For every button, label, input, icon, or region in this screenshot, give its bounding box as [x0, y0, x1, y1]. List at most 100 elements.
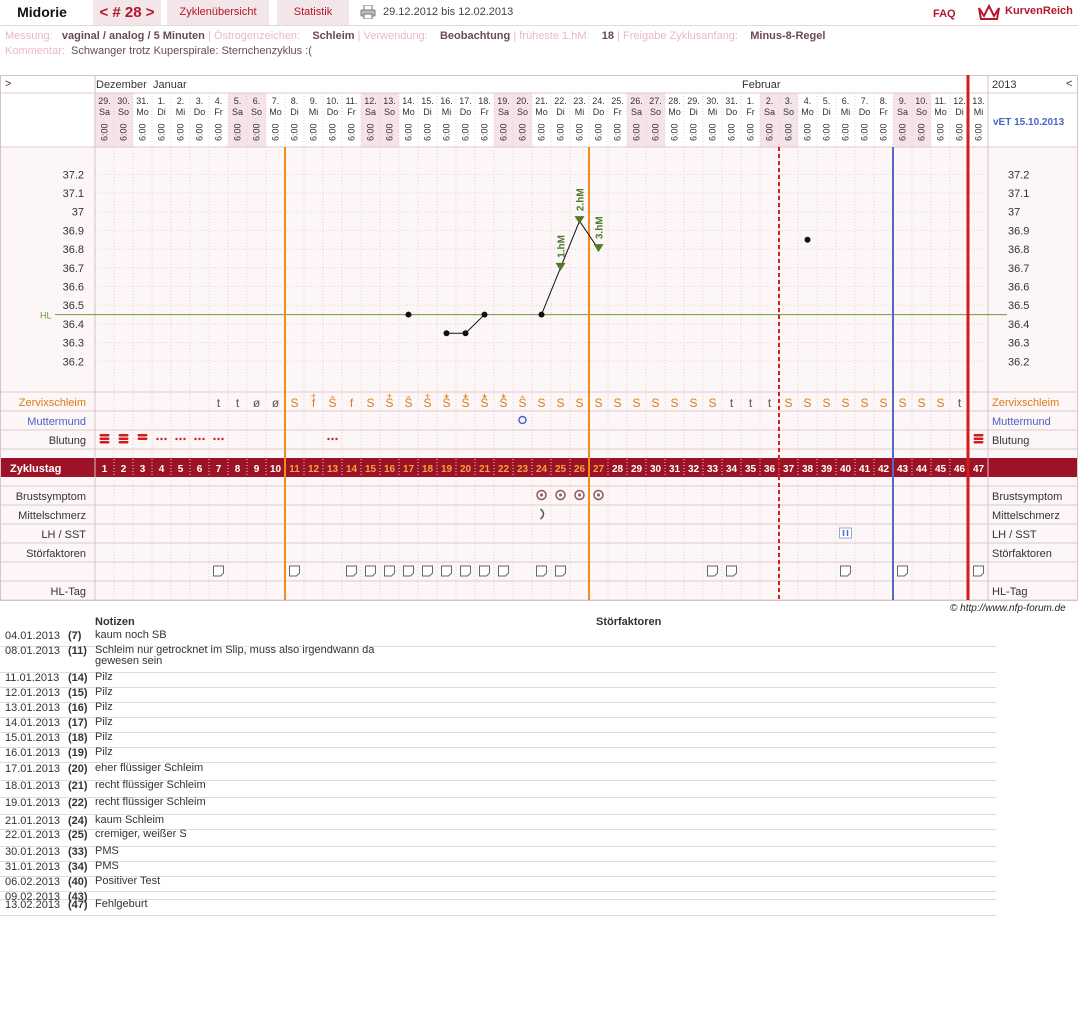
oestrogen-label: Östrogenzeichen:	[213, 30, 301, 42]
breast-symptom-icon-dot	[559, 493, 562, 497]
note-row: 06.02.2013 (40) Positiver Test	[0, 876, 996, 892]
row-label-mittel: Mittelschmerz	[18, 510, 86, 522]
zervix-value: S	[556, 396, 564, 410]
note-text: eher flüssiger Schleim	[95, 762, 204, 774]
measure-time: 6:00	[233, 123, 243, 141]
day-date: 29.	[98, 96, 111, 106]
measure-time: 6:00	[328, 123, 338, 141]
note-cycle-day: (20)	[68, 763, 88, 775]
bleeding-light-icon	[164, 437, 167, 441]
bleeding-light-icon	[335, 437, 338, 441]
note-cycle-day: (21)	[68, 780, 88, 792]
note-text: PMS	[95, 860, 119, 872]
note-text: recht flüssiger Schleim	[95, 779, 206, 791]
y-tick-right: 36.6	[1008, 282, 1029, 294]
freigabe-value: Minus-8-Regel	[750, 30, 826, 42]
y-tick-left: 37.1	[63, 188, 84, 200]
bleeding-light-icon	[183, 437, 186, 441]
note-date: 11.01.2013	[5, 672, 60, 684]
day-date: 12.	[364, 96, 377, 106]
cycle-day-number: 30	[650, 464, 662, 475]
y-tick-right: 36.3	[1008, 338, 1029, 350]
brand-logo[interactable]: KurvenReich	[1005, 5, 1073, 17]
y-tick-left: 36.8	[63, 244, 84, 256]
row-label-right-mittel: Mittelschmerz	[992, 510, 1060, 522]
day-weekday: Sa	[365, 107, 376, 117]
measure-time: 6:00	[822, 123, 832, 141]
zervix-value: S	[708, 396, 716, 410]
bleeding-heavy-icon	[973, 434, 984, 437]
day-weekday: Do	[327, 107, 339, 117]
note-row: 11.01.2013 (14) Pilz	[0, 672, 996, 688]
day-weekday: Do	[460, 107, 472, 117]
cycle-day-number: 39	[821, 464, 833, 475]
day-date: 25.	[611, 96, 624, 106]
cycle-day-number: 33	[707, 464, 719, 475]
cycle-day-number: 9	[254, 464, 260, 475]
day-date: 11.	[346, 96, 358, 106]
tab-statistics[interactable]: Statistik	[277, 0, 349, 25]
username: Midorie	[17, 4, 67, 20]
row-label-zervix: Zervixschleim	[19, 397, 86, 409]
zervix-value: Ŝ	[404, 395, 412, 410]
day-date: 30.	[117, 96, 130, 106]
day-weekday: Di	[290, 107, 299, 117]
cycle-nav-button[interactable]: < # 28 >	[93, 0, 161, 25]
measure-time: 6:00	[613, 123, 623, 141]
measure-time: 6:00	[271, 123, 281, 141]
row-label-right-muttermund: Muttermund	[992, 416, 1051, 428]
printer-icon[interactable]	[360, 5, 376, 19]
bleeding-light-icon	[221, 437, 224, 441]
note-text: PMS	[95, 845, 119, 857]
cycle-day-number: 4	[159, 464, 165, 475]
day-date: 10.	[326, 96, 339, 106]
day-date: 9.	[899, 96, 907, 106]
cycle-day-number: 10	[270, 464, 282, 475]
bleeding-heavy-icon	[118, 434, 129, 437]
day-weekday: So	[783, 107, 794, 117]
zervix-value: S	[537, 396, 545, 410]
note-text: cremiger, weißer S	[95, 828, 187, 840]
note-date: 19.01.2013	[5, 797, 61, 809]
note-row: 14.01.2013 (17) Pilz	[0, 717, 996, 733]
temperature-point	[405, 311, 412, 318]
measure-time: 6:00	[594, 123, 604, 141]
day-date: 19.	[497, 96, 510, 106]
note-date: 22.01.2013	[5, 829, 61, 841]
day-date: 29.	[687, 96, 700, 106]
day-weekday: Di	[822, 107, 831, 117]
note-cycle-day: (22)	[68, 797, 88, 809]
note-date: 21.01.2013	[5, 815, 61, 827]
y-tick-right: 36.2	[1008, 356, 1029, 368]
day-weekday: Do	[593, 107, 605, 117]
day-date: 7.	[861, 96, 869, 106]
day-weekday: So	[118, 107, 129, 117]
day-date: 31.	[725, 96, 738, 106]
cycle-chart: > <2013vET 15.10.2013Dezember Januar Februa…	[0, 75, 1078, 601]
day-weekday: Sa	[232, 107, 243, 117]
y-tick-right: 36.7	[1008, 263, 1029, 275]
day-date: 3.	[196, 96, 204, 106]
note-date: 15.01.2013	[5, 732, 61, 744]
day-date: 12.	[953, 96, 966, 106]
tab-cycle-overview[interactable]: Zyklenübersicht	[167, 0, 269, 25]
temperature-point	[804, 236, 811, 243]
crown-logo-icon[interactable]	[977, 2, 1001, 22]
row-label-right-zervix: Zervixschleim	[992, 397, 1059, 409]
day-date: 1.	[747, 96, 755, 106]
cycle-day-number: 24	[536, 464, 548, 475]
comment-info: Kommentar: Schwanger trotz Kuperspirale:…	[5, 45, 312, 57]
copyright: © http://www.nfp-forum.de	[950, 603, 1066, 614]
cycle-day-number: 37	[783, 464, 795, 475]
day-weekday: Mo	[402, 107, 415, 117]
cycle-day-number: 31	[669, 464, 681, 475]
measure-time: 6:00	[670, 123, 680, 141]
measure-time: 6:00	[575, 123, 585, 141]
cycle-day-number: 15	[365, 464, 377, 475]
faq-link[interactable]: FAQ	[933, 8, 956, 20]
day-weekday: Mo	[535, 107, 548, 117]
measure-time: 6:00	[157, 123, 167, 141]
day-weekday: Do	[194, 107, 206, 117]
zervix-value: ø	[272, 396, 280, 410]
messung-label: Messung:	[5, 30, 53, 42]
